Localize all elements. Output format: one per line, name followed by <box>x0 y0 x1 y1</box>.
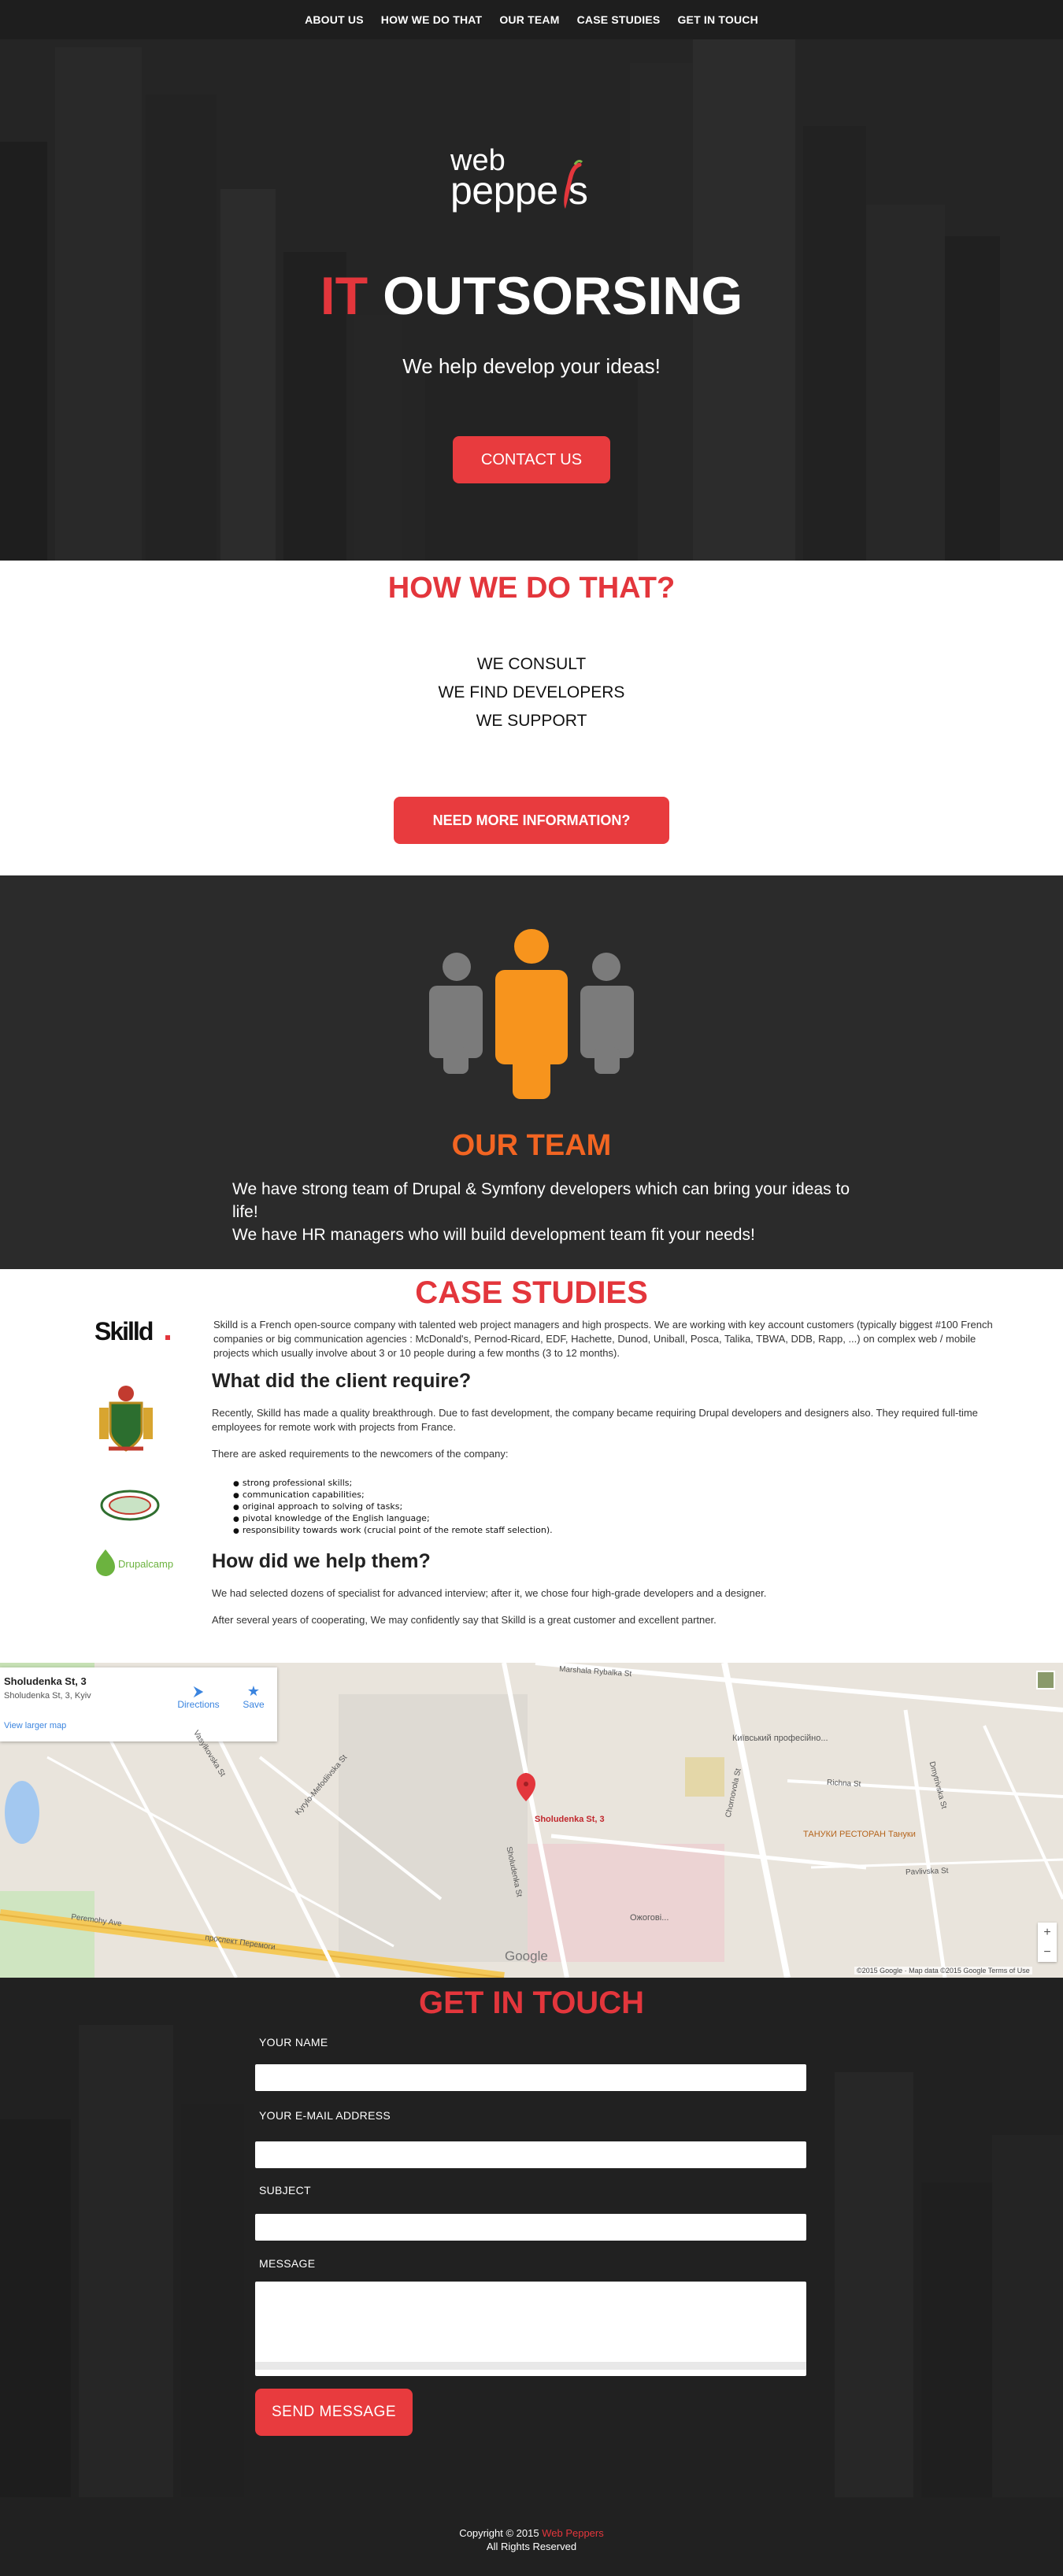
hero-title-rest: OUTSORSING <box>368 266 743 326</box>
brand-link[interactable]: Web Peppers <box>542 2527 604 2539</box>
web-peppers-logo[interactable]: web peppe s <box>449 146 614 217</box>
skilld-logo: Skilld <box>94 1317 173 1346</box>
rights-text: All Rights Reserved <box>486 2541 577 2552</box>
send-message-button[interactable]: SEND MESSAGE <box>255 2389 413 2436</box>
how-item-consult: WE CONSULT <box>476 655 587 673</box>
team-description: We have strong team of Drupal & Symfony … <box>232 1178 862 1246</box>
need-more-information-button[interactable]: NEED MORE INFORMATION? <box>394 797 669 844</box>
star-icon: ★ <box>246 1683 261 1699</box>
club-badge-logo <box>98 1488 161 1523</box>
skilld-logo-mark: Skilld <box>94 1317 170 1345</box>
copyright-prefix: Copyright © 2015 <box>459 2527 543 2539</box>
hero-subtitle: We help develop your ideas! <box>402 354 661 378</box>
nav-item-get-in-touch[interactable]: GET IN TOUCH <box>677 13 757 26</box>
directions-button[interactable]: ⮞ Directions <box>175 1683 222 1710</box>
map-place-label: ТАНУКИ РЕСТОРАН Тануки <box>803 1830 916 1839</box>
map-zoom-controls: + − <box>1038 1923 1057 1962</box>
zoom-out-button[interactable]: − <box>1038 1942 1057 1962</box>
requirement-item: responsibility towards work (crucial poi… <box>233 1525 553 1537</box>
drupalcamp-logo: Drupalcamp <box>94 1546 173 1578</box>
name-input[interactable] <box>255 2064 806 2091</box>
our-team-section: OUR TEAM We have strong team of Drupal &… <box>0 875 1063 1269</box>
team-people-icon <box>429 929 634 1099</box>
chili-pepper-icon <box>564 160 583 209</box>
contact-us-button[interactable]: CONTACT US <box>453 436 610 483</box>
nav-item-how-we-do-that[interactable]: HOW WE DO THAT <box>381 13 483 26</box>
user-avatar[interactable] <box>1036 1671 1055 1690</box>
club-badge-icon <box>100 1490 160 1521</box>
map-attribution[interactable]: ©2015 Google · Map data ©2015 Google Ter… <box>854 1967 1032 1975</box>
client-require-text: Recently, Skilld has made a quality brea… <box>212 1407 978 1433</box>
client-require-heading: What did the client require? <box>212 1370 472 1392</box>
map-street-label: Richna St <box>826 1778 861 1790</box>
save-button[interactable]: ★ Save <box>236 1683 271 1710</box>
email-label: YOUR E-MAIL ADDRESS <box>259 2109 391 2122</box>
subject-input[interactable] <box>255 2214 806 2241</box>
svg-text:Skilld: Skilld <box>94 1318 153 1345</box>
requirement-item: strong professional skills; <box>233 1478 553 1490</box>
how-we-do-that-section: HOW WE DO THAT? WE CONSULT WE FIND DEVEL… <box>0 561 1063 875</box>
save-label: Save <box>243 1699 265 1710</box>
message-label: MESSAGE <box>259 2257 316 2270</box>
get-in-touch-section: GET IN TOUCH YOUR NAME YOUR E-MAIL ADDRE… <box>0 1978 1063 2497</box>
map-card-title: Sholudenka St, 3 <box>4 1675 87 1687</box>
how-helped-heading: How did we help them? <box>212 1550 431 1572</box>
how-item-find-developers: WE FIND DEVELOPERS <box>438 683 625 701</box>
team-line-1: We have strong team of Drupal & Symfony … <box>232 1180 850 1221</box>
view-larger-map-link[interactable]: View larger map <box>4 1721 66 1730</box>
map-card-address: Sholudenka St, 3, Kyiv <box>4 1691 91 1701</box>
hero-title-highlight: IT <box>320 266 369 326</box>
case-studies-title: CASE STUDIES <box>415 1275 648 1310</box>
requirement-item: communication capabilities; <box>233 1490 553 1501</box>
drupal-drop-icon: Drupalcamp <box>96 1549 173 1576</box>
nav-item-case-studies[interactable]: CASE STUDIES <box>577 13 661 26</box>
team-title: OUR TEAM <box>451 1129 612 1162</box>
nav-item-our-team[interactable]: OUR TEAM <box>499 13 559 26</box>
directions-label: Directions <box>177 1699 220 1710</box>
map-place-label: Київський професійно... <box>732 1734 828 1743</box>
copyright-text: Copyright © 2015 Web Peppers <box>0 2527 1063 2539</box>
email-input[interactable] <box>255 2141 806 2168</box>
how-item-support: WE SUPPORT <box>476 712 587 730</box>
requirement-item: original approach to solving of tasks; <box>233 1501 553 1513</box>
case-studies-section: CASE STUDIES Skilld Drupalcamp Skilld is… <box>0 1269 1063 1663</box>
map-street-label: Pavlivska St <box>905 1867 949 1877</box>
directions-icon: ⮞ <box>193 1683 204 1699</box>
coat-of-arms-logo <box>94 1379 157 1458</box>
how-list: WE CONSULT WE FIND DEVELOPERS WE SUPPORT <box>0 650 1063 735</box>
subject-label: SUBJECT <box>259 2184 311 2197</box>
google-logo: Google <box>505 1949 548 1963</box>
hero-title: IT OUTSORSING <box>0 265 1063 327</box>
how-title: HOW WE DO THAT? <box>387 572 676 605</box>
map-place-label: Ожогові... <box>630 1913 669 1923</box>
how-helped-text-2: After several years of cooperating, We m… <box>212 1614 717 1626</box>
textarea-resize-handle[interactable] <box>255 2362 806 2370</box>
case-intro-text: Skilld is a French open-source company w… <box>213 1319 993 1359</box>
name-label: YOUR NAME <box>259 2036 328 2049</box>
nav-item-about-us[interactable]: ABOUT US <box>305 13 364 26</box>
zoom-in-button[interactable]: + <box>1038 1923 1057 1942</box>
map-info-card: Sholudenka St, 3 Sholudenka St, 3, Kyiv … <box>0 1667 277 1741</box>
top-navigation: ABOUT US HOW WE DO THAT OUR TEAM CASE ST… <box>0 0 1063 39</box>
coat-of-arms-icon <box>99 1386 153 1452</box>
get-in-touch-title: GET IN TOUCH <box>419 1986 644 2020</box>
google-map[interactable]: Sholudenka St, 3 Sholudenka St, 3, Kyiv … <box>0 1663 1063 1978</box>
svg-text:Drupalcamp: Drupalcamp <box>118 1558 173 1570</box>
page-footer: Copyright © 2015 Web Peppers All Rights … <box>0 2497 1063 2576</box>
team-line-2: We have HR managers who will build devel… <box>232 1226 755 1244</box>
nav-list: ABOUT US HOW WE DO THAT OUR TEAM CASE ST… <box>305 13 758 26</box>
how-helped-text-1: We had selected dozens of specialist for… <box>212 1587 767 1599</box>
requirements-intro-text: There are asked requirements to the newc… <box>212 1448 509 1460</box>
map-pin-label: Sholudenka St, 3 <box>535 1815 605 1824</box>
requirements-list: strong professional skills; communicatio… <box>233 1478 553 1537</box>
requirement-item: pivotal knowledge of the English languag… <box>233 1513 553 1525</box>
hero-section: web peppe s IT OUTSORSING We help develo… <box>0 0 1063 561</box>
